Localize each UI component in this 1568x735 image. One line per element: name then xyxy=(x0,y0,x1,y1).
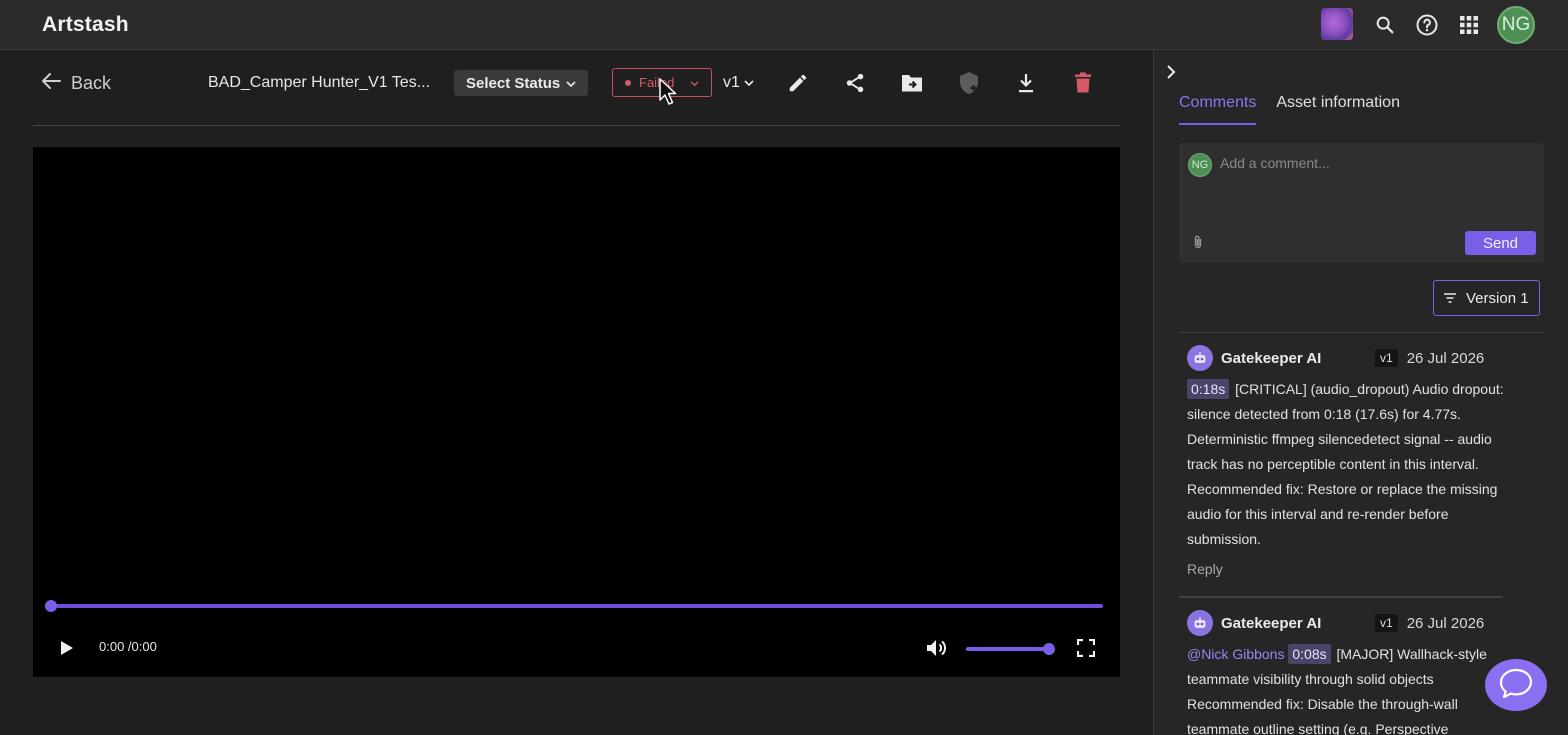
divider xyxy=(1179,332,1544,333)
apps-grid-icon[interactable] xyxy=(1455,11,1483,39)
help-icon[interactable] xyxy=(1413,11,1441,39)
version-badge: v1 xyxy=(1375,349,1398,367)
org-logo-icon[interactable] xyxy=(1321,8,1353,40)
tab-asset-information[interactable]: Asset information xyxy=(1276,94,1400,125)
progress-bar[interactable] xyxy=(45,600,1103,612)
download-icon[interactable] xyxy=(1013,70,1039,96)
send-button[interactable]: Send xyxy=(1465,231,1536,255)
panel-tabs: Comments Asset information xyxy=(1179,94,1400,125)
reply-button[interactable]: Reply xyxy=(1187,561,1507,577)
shield-add-icon xyxy=(956,70,982,96)
comment-composer: NG Add a comment... Send xyxy=(1179,143,1544,263)
robot-avatar-icon xyxy=(1187,610,1213,636)
comment-body: @Nick Gibbons 0:08s [MAJOR] Wallhack-sty… xyxy=(1187,642,1507,735)
tab-comments[interactable]: Comments xyxy=(1179,94,1257,125)
version-badge: v1 xyxy=(1375,614,1398,632)
chevron-down-icon xyxy=(744,74,754,92)
user-avatar[interactable]: NG xyxy=(1497,6,1535,44)
avatar: NG xyxy=(1188,153,1212,177)
volume-icon[interactable] xyxy=(924,637,950,659)
comment-author: Gatekeeper AI xyxy=(1221,349,1322,367)
chevron-right-icon[interactable] xyxy=(1164,62,1178,87)
comment-author: Gatekeeper AI xyxy=(1221,614,1322,632)
comment-item: Gatekeeper AI v1 26 Jul 2026 0:18s [CRIT… xyxy=(1187,345,1507,577)
filter-icon xyxy=(1443,290,1457,307)
fullscreen-icon[interactable] xyxy=(1075,637,1097,659)
back-label: Back xyxy=(71,73,112,93)
timestamp-link[interactable]: 0:18s xyxy=(1187,379,1230,399)
asset-viewer: Back BAD_Camper Hunter_V1 Tes... Select … xyxy=(0,50,1153,735)
select-status-label: Select Status xyxy=(466,74,561,92)
comment-date: 26 Jul 2026 xyxy=(1406,349,1485,367)
status-dot xyxy=(625,79,631,86)
chat-support-button[interactable] xyxy=(1485,659,1547,711)
select-status-dropdown[interactable]: Select Status xyxy=(454,70,589,96)
chevron-down-icon xyxy=(566,75,576,92)
attachment-icon[interactable] xyxy=(1193,235,1203,254)
search-icon[interactable] xyxy=(1371,11,1399,39)
asset-title: BAD_Camper Hunter_V1 Tes... xyxy=(208,74,431,91)
comment-input[interactable]: Add a comment... xyxy=(1220,155,1330,171)
robot-avatar-icon xyxy=(1187,345,1213,371)
comment-divider xyxy=(1179,596,1503,598)
timestamp-link[interactable]: 0:08s xyxy=(1288,644,1331,664)
trash-icon[interactable] xyxy=(1070,70,1096,96)
asset-toolbar: Back BAD_Camper Hunter_V1 Tes... Select … xyxy=(33,50,1120,126)
play-icon[interactable] xyxy=(57,637,77,659)
comments-panel: Comments Asset information NG Add a comm… xyxy=(1153,50,1568,735)
chevron-down-icon xyxy=(690,75,699,90)
comment-header: Gatekeeper AI v1 26 Jul 2026 xyxy=(1187,345,1507,371)
time-display: 0:00 /0:00 xyxy=(99,639,157,654)
mouse-cursor-icon xyxy=(658,78,678,111)
edit-pencil-icon[interactable] xyxy=(785,70,811,96)
chat-bubble-icon xyxy=(1498,667,1534,704)
video-player[interactable]: 0:00 /0:00 xyxy=(33,147,1120,677)
version-label: v1 xyxy=(723,74,740,91)
comment-header: Gatekeeper AI v1 26 Jul 2026 xyxy=(1187,610,1507,636)
back-button[interactable]: Back xyxy=(41,72,111,95)
share-icon[interactable] xyxy=(842,70,868,96)
volume-handle[interactable] xyxy=(1043,643,1055,655)
volume-slider[interactable] xyxy=(966,643,1055,655)
comment-body: 0:18s [CRITICAL] (audio_dropout) Audio d… xyxy=(1187,377,1507,552)
app-logo-text[interactable]: Artstash xyxy=(42,13,129,37)
version-filter-label: Version 1 xyxy=(1466,289,1529,307)
version-dropdown[interactable]: v1 xyxy=(723,74,754,92)
progress-handle[interactable] xyxy=(45,600,57,612)
top-bar: Artstash NG xyxy=(0,0,1568,50)
comment-item: Gatekeeper AI v1 26 Jul 2026 @Nick Gibbo… xyxy=(1187,610,1507,735)
user-mention[interactable]: @Nick Gibbons xyxy=(1187,646,1284,662)
comment-date: 26 Jul 2026 xyxy=(1406,614,1485,632)
move-to-folder-icon[interactable] xyxy=(899,70,925,96)
version-filter-button[interactable]: Version 1 xyxy=(1433,280,1540,316)
arrow-left-icon xyxy=(41,72,61,95)
comment-text: [CRITICAL] (audio_dropout) Audio dropout… xyxy=(1187,381,1504,547)
